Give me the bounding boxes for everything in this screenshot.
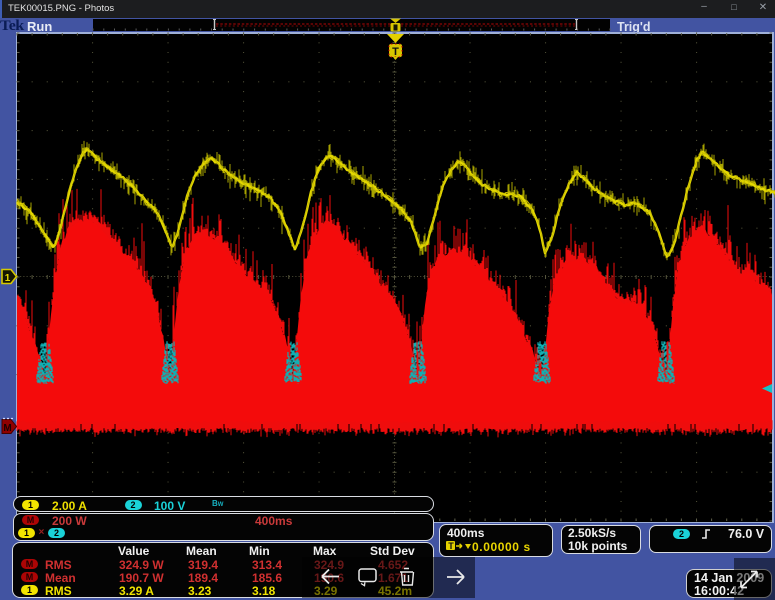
svg-text:M: M bbox=[3, 423, 11, 434]
svg-text:T: T bbox=[392, 46, 399, 58]
svg-text:1: 1 bbox=[5, 273, 11, 284]
